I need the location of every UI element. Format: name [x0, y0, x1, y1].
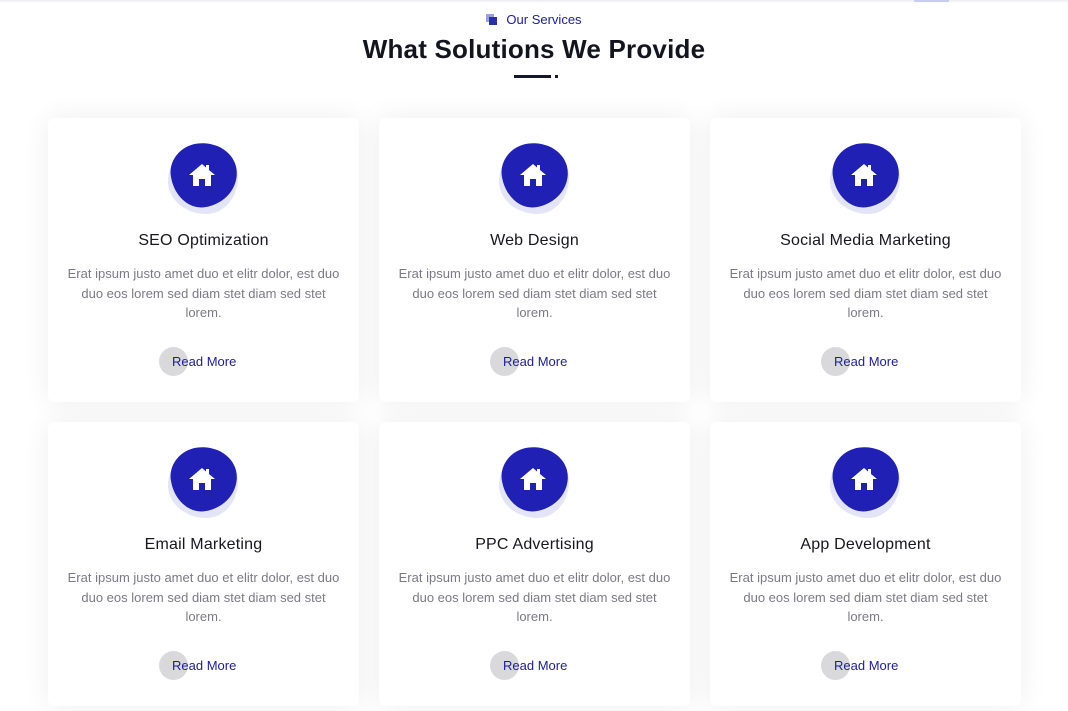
- service-card: Email Marketing Erat ipsum justo amet du…: [48, 422, 359, 706]
- read-more-label: Read More: [834, 658, 899, 673]
- service-description: Erat ipsum justo amet duo et elitr dolor…: [67, 570, 340, 624]
- home-icon: [520, 468, 546, 490]
- service-description: Erat ipsum justo amet duo et elitr dolor…: [729, 570, 1002, 624]
- service-title: App Development: [800, 536, 931, 553]
- read-more-label: Read More: [834, 354, 899, 369]
- eyebrow-label: Our Services: [506, 12, 582, 27]
- service-icon-badge: [828, 138, 904, 216]
- section-eyebrow: Our Services: [0, 12, 1068, 27]
- service-card: PPC Advertising Erat ipsum justo amet du…: [379, 422, 690, 706]
- read-more-link[interactable]: Read More: [379, 347, 690, 377]
- service-description: Erat ipsum justo amet duo et elitr dolor…: [67, 266, 340, 320]
- service-description: Erat ipsum justo amet duo et elitr dolor…: [398, 266, 671, 320]
- read-more-label: Read More: [172, 354, 237, 369]
- service-icon-badge: [166, 442, 242, 520]
- service-card: SEO Optimization Erat ipsum justo amet d…: [48, 118, 359, 402]
- home-icon: [851, 468, 877, 490]
- section-title: What Solutions We Provide: [362, 34, 706, 64]
- read-more-link[interactable]: Read More: [48, 651, 359, 681]
- service-description: Erat ipsum justo amet duo et elitr dolor…: [729, 266, 1002, 320]
- read-more-link[interactable]: Read More: [710, 651, 1021, 681]
- read-more-label: Read More: [503, 354, 568, 369]
- read-more-link[interactable]: Read More: [379, 651, 690, 681]
- read-more-link[interactable]: Read More: [710, 347, 1021, 377]
- service-icon-badge: [497, 442, 573, 520]
- service-card: App Development Erat ipsum justo amet du…: [710, 422, 1021, 706]
- top-accent-mark: [914, 0, 949, 2]
- service-title: Web Design: [490, 232, 579, 249]
- service-icon-badge: [166, 138, 242, 216]
- service-card: Social Media Marketing Erat ipsum justo …: [710, 118, 1021, 402]
- read-more-label: Read More: [503, 658, 568, 673]
- home-icon: [520, 164, 546, 186]
- title-underline: [514, 75, 558, 78]
- service-title: SEO Optimization: [138, 232, 269, 249]
- read-more-link[interactable]: Read More: [48, 347, 359, 377]
- squares-icon: [486, 13, 498, 26]
- service-icon-badge: [497, 138, 573, 216]
- service-card: Web Design Erat ipsum justo amet duo et …: [379, 118, 690, 402]
- read-more-label: Read More: [172, 658, 237, 673]
- service-title: Email Marketing: [144, 536, 263, 553]
- service-icon-badge: [828, 442, 904, 520]
- service-description: Erat ipsum justo amet duo et elitr dolor…: [398, 570, 671, 624]
- home-icon: [189, 468, 215, 490]
- service-title: Social Media Marketing: [780, 232, 951, 249]
- services-grid: SEO Optimization Erat ipsum justo amet d…: [48, 118, 1021, 706]
- home-icon: [189, 164, 215, 186]
- service-title: PPC Advertising: [475, 536, 594, 553]
- top-border: [0, 0, 1068, 3]
- home-icon: [851, 164, 877, 186]
